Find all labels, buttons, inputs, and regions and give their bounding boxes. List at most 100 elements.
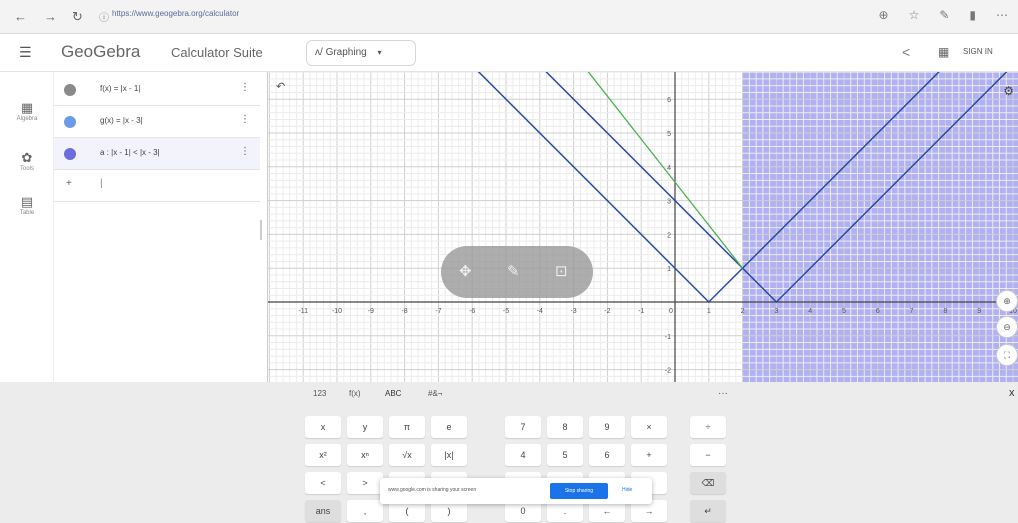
graphics-view[interactable]: -11 -10 -9 -8 -7 -6 -5 -4 -3 -2 -1 1 2 3 4 5 6 7 8 9 10 6 5 4 3 2…: [268, 72, 1018, 382]
forward-arrow-icon[interactable]: →: [44, 9, 57, 24]
browser-actions: ⊕ ☆ ✎ ▮ ⋯: [879, 8, 1009, 22]
keyboard-tabs: 123 f(x) ABC #&¬ ··· x: [0, 382, 1018, 406]
y-tick-label: 1: [667, 266, 671, 273]
algebra-row[interactable]: a : |x - 1| < |x - 3| ⋮: [54, 138, 260, 170]
key[interactable]: ÷: [690, 416, 726, 438]
key[interactable]: y: [347, 416, 383, 438]
more-vert-icon[interactable]: ⋮: [240, 146, 250, 157]
graph-canvas[interactable]: -11 -10 -9 -8 -7 -6 -5 -4 -3 -2 -1 1 2 3 4 5 6 7 8 9 1065432…: [268, 72, 1018, 382]
x-tick-label: -5: [503, 308, 509, 315]
x-tick-label: 4: [808, 308, 812, 315]
key[interactable]: −: [690, 444, 726, 466]
address-bar[interactable]: https://www.geogebra.org/calculator: [112, 9, 239, 18]
algebra-expression[interactable]: g(x) = |x - 3|: [100, 116, 143, 125]
key[interactable]: x²: [305, 444, 341, 466]
browser-toolbar: ← → ↻ ⓘ https://www.geogebra.org/calcula…: [0, 0, 1018, 34]
x-tick-label: -8: [401, 308, 407, 315]
key[interactable]: 7: [505, 416, 541, 438]
algebra-expression[interactable]: a : |x - 1| < |x - 3|: [100, 148, 160, 157]
brand-name: GeoGebra: [61, 42, 141, 61]
x-tick-label: 6: [876, 308, 880, 315]
key[interactable]: 9: [589, 416, 625, 438]
recording-overlay: ✥ ✎ ⊡: [441, 246, 593, 298]
key[interactable]: 4: [505, 444, 541, 466]
x-tick-label: 7: [910, 308, 914, 315]
info-icon[interactable]: ⓘ: [99, 9, 109, 24]
profile-icon[interactable]: ▮: [969, 8, 976, 22]
apps-grid-icon[interactable]: ▦: [938, 45, 949, 59]
visibility-toggle[interactable]: [64, 84, 76, 96]
zoom-in-button[interactable]: ⊕: [996, 290, 1018, 312]
rail-label: Tools: [19, 166, 34, 172]
key[interactable]: x: [305, 416, 341, 438]
tab-symbols[interactable]: #&¬: [428, 389, 442, 398]
sign-in-button[interactable]: SIGN IN: [963, 47, 993, 56]
close-keyboard-button[interactable]: x: [1009, 387, 1015, 399]
tab-functions[interactable]: f(x): [349, 389, 361, 398]
algebra-input[interactable]: |: [100, 178, 103, 189]
algebra-expression[interactable]: f(x) = |x - 1|: [100, 84, 140, 93]
graph-icon: ʌ/: [315, 47, 323, 58]
key[interactable]: ,: [347, 500, 383, 522]
visibility-toggle[interactable]: [64, 148, 76, 160]
table-icon: ▤: [20, 194, 34, 209]
key[interactable]: ↵: [690, 500, 726, 522]
key[interactable]: 6: [589, 444, 625, 466]
star-icon[interactable]: ☆: [909, 8, 920, 22]
algebra-row[interactable]: f(x) = |x - 1| ⋮: [54, 74, 260, 106]
fullscreen-button[interactable]: ⛶: [996, 344, 1018, 366]
panel-resize-handle[interactable]: [260, 220, 262, 240]
app-select[interactable]: ʌ/ Graphing ▾: [306, 40, 416, 66]
more-vert-icon[interactable]: ⋮: [240, 114, 250, 125]
rail-item-tools[interactable]: ✿ Tools: [0, 150, 54, 172]
plus-icon[interactable]: +: [66, 178, 72, 189]
key[interactable]: e: [431, 416, 467, 438]
menu-dots-icon[interactable]: ⋯: [996, 8, 1008, 22]
key[interactable]: <: [305, 472, 341, 494]
algebra-input-row[interactable]: + |: [54, 170, 260, 202]
x-tick-label: -1: [638, 308, 644, 315]
key[interactable]: ans: [305, 500, 341, 522]
y-tick-label: -2: [665, 368, 671, 375]
x-tick-label: 9: [977, 308, 981, 315]
undo-icon[interactable]: ↶: [276, 80, 285, 93]
hide-banner-link[interactable]: Hide: [622, 487, 632, 493]
key[interactable]: ×: [631, 416, 667, 438]
extension-icon[interactable]: ✎: [939, 8, 949, 22]
pointer-icon[interactable]: ✥: [459, 262, 472, 280]
visibility-toggle[interactable]: [64, 116, 76, 128]
x-tick-label: 2: [741, 308, 745, 315]
more-keys-button[interactable]: ···: [718, 388, 728, 399]
key[interactable]: 5: [547, 444, 583, 466]
more-vert-icon[interactable]: ⋮: [240, 82, 250, 93]
key[interactable]: +: [631, 444, 667, 466]
key[interactable]: ⌫: [690, 472, 726, 494]
key[interactable]: >: [347, 472, 383, 494]
key[interactable]: |x|: [431, 444, 467, 466]
key[interactable]: xⁿ: [347, 444, 383, 466]
pen-icon[interactable]: ✎: [507, 262, 520, 280]
algebra-row[interactable]: g(x) = |x - 3| ⋮: [54, 106, 260, 138]
reload-icon[interactable]: ↻: [72, 9, 83, 25]
rail-label: Algebra: [16, 116, 38, 122]
stop-sharing-button[interactable]: Stop sharing: [550, 483, 608, 499]
tab-abc[interactable]: ABC: [385, 389, 401, 398]
hamburger-icon[interactable]: ☰: [19, 44, 32, 61]
eraser-icon[interactable]: ⊡: [555, 262, 568, 280]
back-arrow-icon[interactable]: ←: [14, 9, 27, 24]
rail-item-algebra[interactable]: ▦ Algebra: [0, 100, 54, 122]
share-icon[interactable]: <: [902, 44, 910, 60]
rail-item-table[interactable]: ▤ Table: [0, 194, 54, 216]
x-tick-label: 5: [842, 308, 846, 315]
zoom-out-button[interactable]: ⊖: [996, 316, 1018, 338]
tab-numbers[interactable]: 123: [313, 389, 326, 398]
gear-icon[interactable]: ⚙: [1003, 84, 1014, 98]
zoom-icon[interactable]: ⊕: [879, 8, 889, 22]
algebra-view: f(x) = |x - 1| ⋮ g(x) = |x - 3| ⋮ a : |x…: [54, 72, 268, 382]
key[interactable]: 8: [547, 416, 583, 438]
y-tick-label: 3: [667, 199, 671, 206]
app-header: ☰ GeoGebra Calculator Suite ʌ/ Graphing …: [0, 34, 1018, 72]
y-tick-label: 2: [667, 232, 671, 239]
key[interactable]: √x: [389, 444, 425, 466]
key[interactable]: π: [389, 416, 425, 438]
